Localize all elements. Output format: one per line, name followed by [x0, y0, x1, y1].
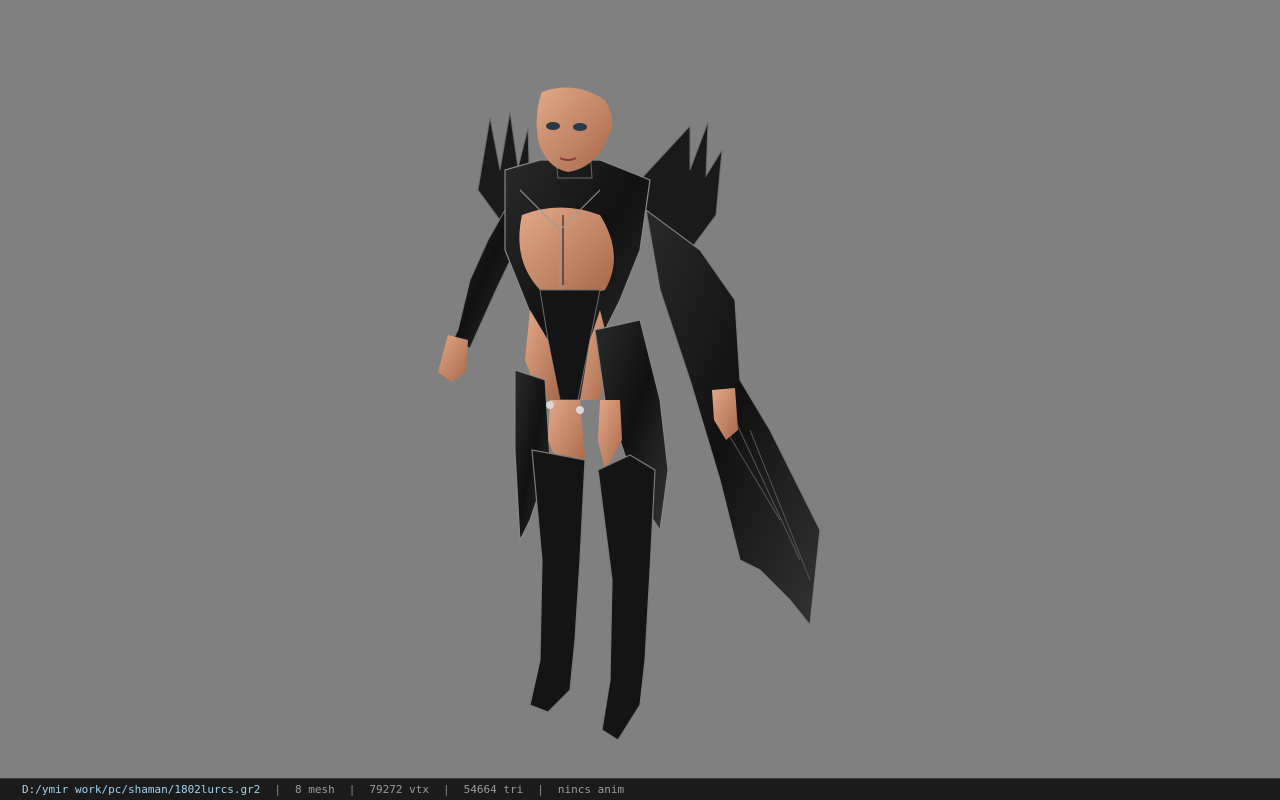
- vertex-count: 79272 vtx: [369, 783, 430, 796]
- status-separator: |: [537, 783, 544, 796]
- status-separator: |: [274, 783, 282, 796]
- file-path: D:/ymir work/pc/shaman/1802lurcs.gr2: [22, 783, 261, 796]
- 3d-viewport[interactable]: [0, 0, 1280, 778]
- status-separator: |: [348, 783, 356, 796]
- triangle-count: 54664 tri: [463, 783, 524, 796]
- animation-status: nincs anim: [557, 783, 625, 796]
- character-model-icon: [438, 87, 821, 741]
- status-bar: D:/ymir work/pc/shaman/1802lurcs.gr2 | 8…: [0, 778, 1280, 800]
- mesh-count: 8 mesh: [295, 783, 335, 796]
- status-separator: |: [443, 783, 450, 796]
